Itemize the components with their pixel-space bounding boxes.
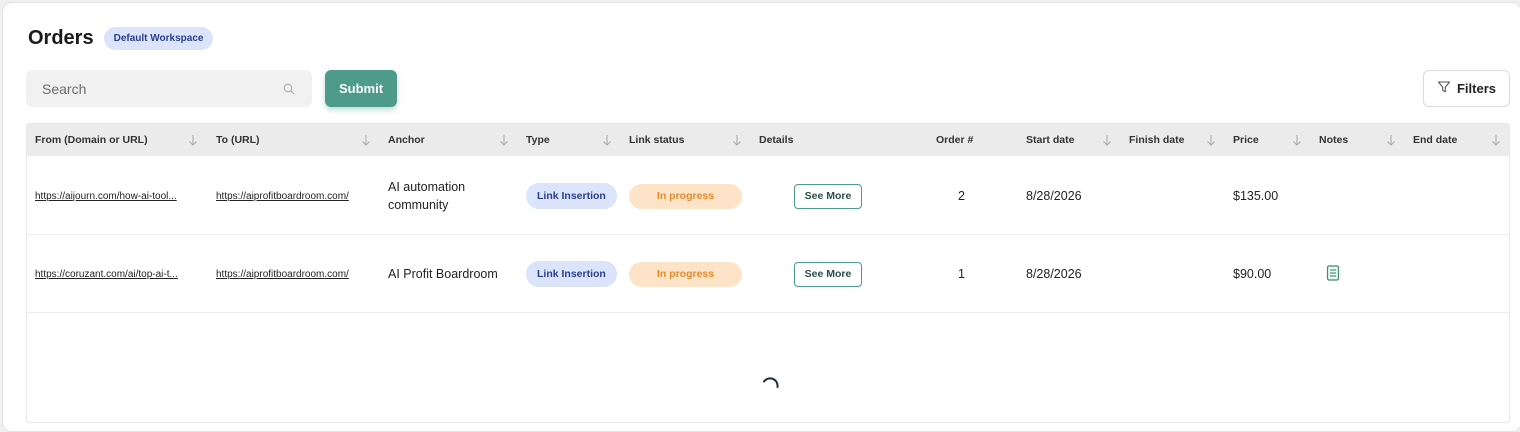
search-input[interactable] [42,80,282,97]
status-badge: In progress [629,261,742,287]
col-price[interactable]: Price [1233,124,1259,156]
status-badge: In progress [629,183,742,209]
sort-arrow-icon[interactable] [499,134,509,146]
submit-button[interactable]: Submit [325,70,397,107]
table-row: https://coruzant.com/ai/top-ai-t... http… [27,235,1509,313]
filter-icon [1437,80,1451,97]
start-date: 8/28/2026 [1026,189,1082,203]
type-badge: Link Insertion [526,183,617,209]
filters-label: Filters [1456,81,1496,96]
title-row: Orders Default Workspace [28,27,214,50]
page-title: Orders [28,27,94,49]
col-anchor[interactable]: Anchor [388,124,425,156]
sort-arrow-icon[interactable] [1206,134,1216,146]
table-header: From (Domain or URL) To (URL) Anchor Typ… [27,124,1509,156]
sort-arrow-icon[interactable] [188,134,198,146]
col-start-date[interactable]: Start date [1026,124,1074,156]
search-icon[interactable] [282,82,296,96]
table-row: https://aijourn.com/how-ai-tool... https… [27,157,1509,235]
col-notes[interactable]: Notes [1319,124,1348,156]
sort-arrow-icon[interactable] [361,134,371,146]
col-to[interactable]: To (URL) [216,124,260,156]
sort-arrow-icon[interactable] [1491,134,1501,146]
col-finish-date[interactable]: Finish date [1129,124,1184,156]
price: $90.00 [1233,267,1272,281]
anchor-text: AI automation community [388,180,466,212]
orders-table: From (Domain or URL) To (URL) Anchor Typ… [26,123,1510,423]
sort-arrow-icon[interactable] [602,134,612,146]
sort-arrow-icon[interactable] [1386,134,1396,146]
start-date: 8/28/2026 [1026,267,1082,281]
anchor-text: AI Profit Boardroom [388,267,498,281]
loading-spinner-icon [763,377,779,388]
see-more-button[interactable]: See More [794,261,862,287]
col-end-date[interactable]: End date [1413,124,1457,156]
col-from[interactable]: From (Domain or URL) [35,124,148,156]
sort-arrow-icon[interactable] [732,134,742,146]
from-url-link[interactable]: https://aijourn.com/how-ai-tool... [35,191,177,202]
see-more-button[interactable]: See More [794,183,862,209]
workspace-badge[interactable]: Default Workspace [103,27,214,50]
col-details: Details [759,134,794,146]
filters-button[interactable]: Filters [1423,70,1510,107]
to-url-link[interactable]: https://aiprofitboardroom.com/ [216,269,349,280]
type-badge: Link Insertion [526,261,617,287]
order-number: 1 [958,267,965,281]
col-order[interactable]: Order # [936,124,973,156]
sort-arrow-icon[interactable] [1292,134,1302,146]
search-box[interactable] [26,70,312,107]
col-type[interactable]: Type [526,124,550,156]
from-url-link[interactable]: https://coruzant.com/ai/top-ai-t... [35,269,178,280]
col-link-status[interactable]: Link status [629,124,684,156]
note-icon[interactable] [1326,264,1340,284]
order-number: 2 [958,189,965,203]
to-url-link[interactable]: https://aiprofitboardroom.com/ [216,191,349,202]
price: $135.00 [1233,189,1279,203]
sort-arrow-icon[interactable] [1102,134,1112,146]
